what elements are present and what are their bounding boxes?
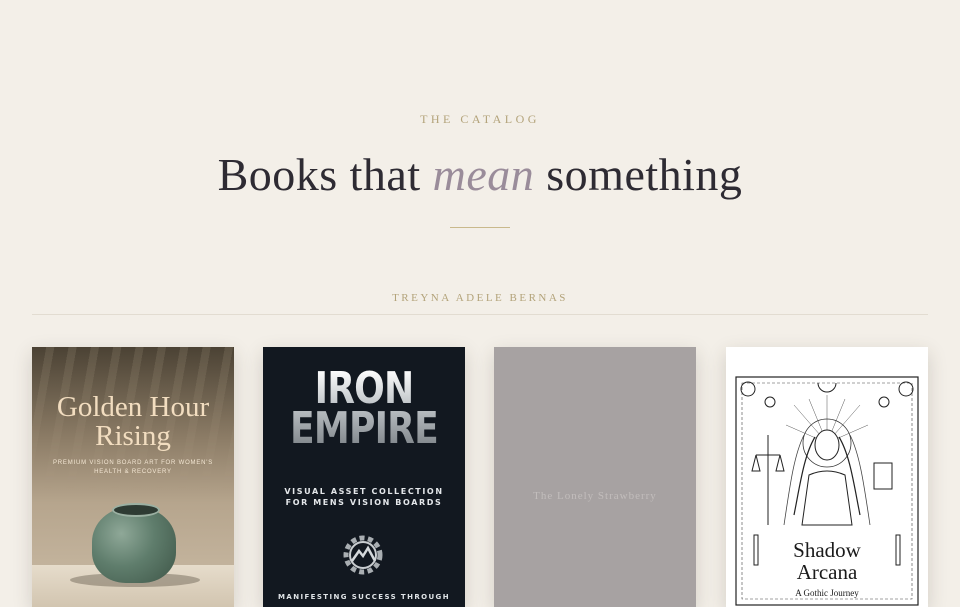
title-after: something <box>534 149 743 200</box>
title-before: Books that <box>217 149 433 200</box>
author-heading: TREYNA ADELE BERNAS <box>392 292 568 304</box>
cover-subtitle: PREMIUM VISION BOARD ART FOR WOMEN'S HEA… <box>52 460 214 475</box>
book-card-the-lonely-strawberry[interactable]: The Lonely Strawberry <box>494 347 696 607</box>
author-divider <box>32 314 928 315</box>
cover-title: IRON EMPIRE <box>281 369 447 449</box>
gear-mountain-icon <box>343 535 383 575</box>
vase-rim <box>112 503 160 517</box>
title-emphasis: mean <box>432 149 535 200</box>
cover-subtitle: VISUAL ASSET COLLECTION FOR MENS VISION … <box>284 487 444 507</box>
cover-title-line1: Shadow <box>793 538 861 562</box>
vase-image <box>92 507 176 583</box>
book-card-shadow-arcana[interactable]: Shadow Arcana A Gothic Journey <box>726 347 928 607</box>
book-grid: Golden Hour Rising PREMIUM VISION BOARD … <box>32 347 928 607</box>
cover-subtitle: A Gothic Journey <box>795 588 859 598</box>
book-card-golden-hour-rising[interactable]: Golden Hour Rising PREMIUM VISION BOARD … <box>32 347 234 607</box>
cover-title: Shadow Arcana <box>726 539 928 583</box>
cover-title-line2: Arcana <box>796 560 858 584</box>
book-card-iron-empire[interactable]: IRON EMPIRE VISUAL ASSET COLLECTION FOR … <box>263 347 465 607</box>
page-title: Books that mean something <box>0 148 960 201</box>
title-divider <box>450 227 510 228</box>
cover-title: The Lonely Strawberry <box>533 490 657 502</box>
cover-title-line2: EMPIRE <box>290 403 438 454</box>
catalog-eyebrow: THE CATALOG <box>420 112 540 126</box>
cover-title: Golden Hour Rising <box>56 391 210 452</box>
